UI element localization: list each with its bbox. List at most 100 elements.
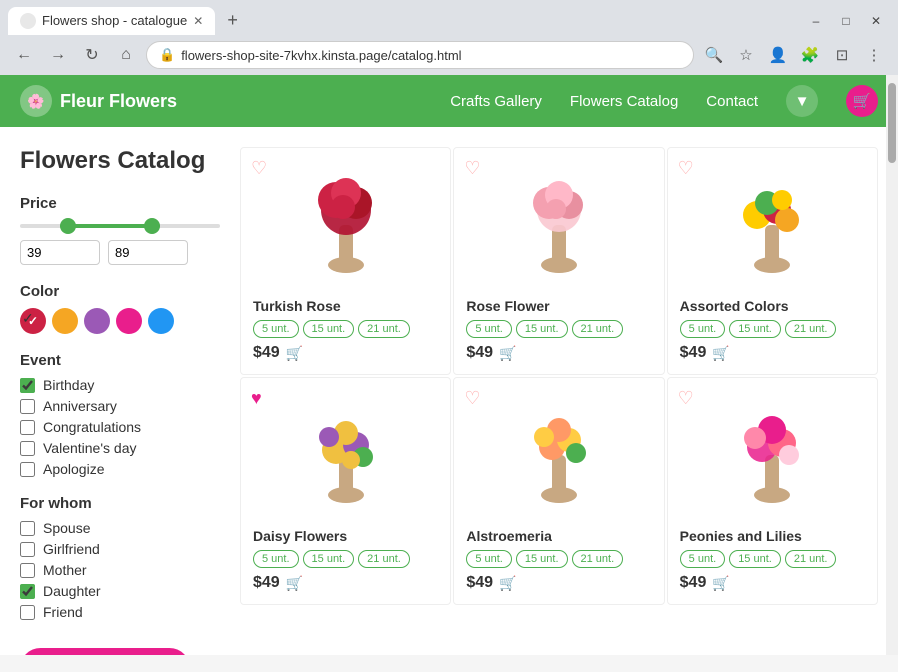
for-whom-filter: For whom Spouse Girlfriend Mother Daught… [20, 495, 220, 620]
product-image-6 [680, 390, 865, 520]
color-swatch-blue[interactable] [148, 308, 174, 334]
add-to-cart-3[interactable]: 🛒 [712, 345, 729, 362]
product-tags-6: 5 unt. 15 unt. 21 unt. [680, 550, 865, 568]
for-whom-daughter-label: Daughter [43, 583, 101, 599]
close-button[interactable]: ✕ [862, 7, 890, 35]
tag-1-2[interactable]: 15 unt. [303, 320, 355, 338]
tag-4-1[interactable]: 5 unt. [253, 550, 299, 568]
search-button[interactable]: 🔍 [700, 41, 728, 69]
product-name-5: Alstroemeria [466, 528, 651, 544]
tag-6-1[interactable]: 5 unt. [680, 550, 726, 568]
tab-title: Flowers shop - catalogue [42, 13, 187, 28]
price-min-input[interactable] [20, 240, 100, 265]
heart-button-1[interactable]: ♡ [251, 158, 267, 179]
for-whom-friend[interactable]: Friend [20, 604, 220, 620]
color-filter: Color ✓ [20, 283, 220, 334]
for-whom-daughter[interactable]: Daughter [20, 583, 220, 599]
product-image-4 [253, 390, 438, 520]
tag-2-2[interactable]: 15 unt. [516, 320, 568, 338]
product-card-peonies-lilies: ♡ Peonies and Lilies 5 unt. 15 u [667, 377, 878, 605]
forward-button[interactable]: → [44, 41, 72, 69]
event-anniversary[interactable]: Anniversary [20, 398, 220, 414]
new-tab-button[interactable]: + [219, 6, 246, 35]
event-birthday[interactable]: Birthday [20, 377, 220, 393]
tag-2-3[interactable]: 21 unt. [572, 320, 624, 338]
add-to-cart-1[interactable]: 🛒 [286, 345, 303, 362]
price-max-input[interactable] [108, 240, 188, 265]
minimize-button[interactable]: – [802, 7, 830, 35]
heart-button-2[interactable]: ♡ [464, 158, 480, 179]
tag-5-3[interactable]: 21 unt. [572, 550, 624, 568]
nav-crafts-gallery[interactable]: Crafts Gallery [450, 93, 542, 110]
tag-6-3[interactable]: 21 unt. [785, 550, 837, 568]
color-swatch-red[interactable]: ✓ [20, 308, 46, 334]
tag-3-3[interactable]: 21 unt. [785, 320, 837, 338]
nav-flowers-catalog[interactable]: Flowers Catalog [570, 93, 678, 110]
event-filter: Event Birthday Anniversary Congratulatio… [20, 352, 220, 477]
heart-button-4[interactable]: ♥ [251, 388, 262, 409]
maximize-button[interactable]: □ [832, 7, 860, 35]
show-results-button[interactable]: Show results [20, 648, 190, 655]
nav-links: Crafts Gallery Flowers Catalog Contact ▼… [450, 85, 878, 117]
product-name-1: Turkish Rose [253, 298, 438, 314]
logo-text: Fleur Flowers [60, 91, 177, 112]
heart-button-3[interactable]: ♡ [678, 158, 694, 179]
slider-track [20, 224, 220, 228]
heart-button-5[interactable]: ♡ [464, 388, 480, 409]
event-congratulations[interactable]: Congratulations [20, 419, 220, 435]
slider-thumb-left[interactable] [60, 218, 76, 234]
product-image-3 [680, 160, 865, 290]
tag-6-2[interactable]: 15 unt. [729, 550, 781, 568]
price-label: Price [20, 195, 220, 212]
active-tab[interactable]: Flowers shop - catalogue ✕ [8, 7, 215, 35]
extensions-button[interactable]: 🧩 [796, 41, 824, 69]
tag-1-1[interactable]: 5 unt. [253, 320, 299, 338]
color-swatch-purple[interactable] [84, 308, 110, 334]
lock-icon: 🔒 [159, 47, 175, 63]
event-apologize[interactable]: Apologize [20, 461, 220, 477]
nav-dropdown-button[interactable]: ▼ [786, 85, 818, 117]
tag-4-2[interactable]: 15 unt. [303, 550, 355, 568]
event-valentines[interactable]: Valentine's day [20, 440, 220, 456]
price-slider[interactable] [20, 224, 220, 228]
for-whom-mother-label: Mother [43, 562, 87, 578]
back-button[interactable]: ← [10, 41, 38, 69]
color-swatch-pink[interactable] [116, 308, 142, 334]
product-tags-2: 5 unt. 15 unt. 21 unt. [466, 320, 651, 338]
product-price-5: $49 🛒 [466, 574, 651, 592]
tab-close-button[interactable]: ✕ [193, 14, 203, 28]
menu-button[interactable]: ⋮ [860, 41, 888, 69]
heart-button-6[interactable]: ♡ [678, 388, 694, 409]
reload-button[interactable]: ↻ [78, 41, 106, 69]
add-to-cart-2[interactable]: 🛒 [499, 345, 516, 362]
product-price-6: $49 🛒 [680, 574, 865, 592]
tablet-button[interactable]: ⊡ [828, 41, 856, 69]
tag-5-1[interactable]: 5 unt. [466, 550, 512, 568]
for-whom-spouse[interactable]: Spouse [20, 520, 220, 536]
bookmark-button[interactable]: ☆ [732, 41, 760, 69]
for-whom-girlfriend[interactable]: Girlfriend [20, 541, 220, 557]
scrollbar-thumb[interactable] [888, 127, 896, 163]
for-whom-girlfriend-label: Girlfriend [43, 541, 100, 557]
user-button[interactable]: 👤 [764, 41, 792, 69]
product-tags-5: 5 unt. 15 unt. 21 unt. [466, 550, 651, 568]
add-to-cart-6[interactable]: 🛒 [712, 575, 729, 592]
slider-thumb-right[interactable] [144, 218, 160, 234]
tag-1-3[interactable]: 21 unt. [358, 320, 410, 338]
for-whom-mother[interactable]: Mother [20, 562, 220, 578]
add-to-cart-5[interactable]: 🛒 [499, 575, 516, 592]
add-to-cart-4[interactable]: 🛒 [286, 575, 303, 592]
tag-3-2[interactable]: 15 unt. [729, 320, 781, 338]
address-bar[interactable]: 🔒 [146, 41, 694, 69]
nav-contact[interactable]: Contact [706, 93, 758, 110]
tag-5-2[interactable]: 15 unt. [516, 550, 568, 568]
color-swatch-orange[interactable] [52, 308, 78, 334]
product-card-turkish-rose: ♡ Turkish Rose 5 unt. 15 unt. [240, 147, 451, 375]
home-button[interactable]: ⌂ [112, 41, 140, 69]
tag-3-1[interactable]: 5 unt. [680, 320, 726, 338]
nav-cart-button[interactable]: 🛒 [846, 85, 878, 117]
scrollbar[interactable] [886, 127, 898, 655]
tag-4-3[interactable]: 21 unt. [358, 550, 410, 568]
url-input[interactable] [181, 48, 681, 63]
tag-2-1[interactable]: 5 unt. [466, 320, 512, 338]
